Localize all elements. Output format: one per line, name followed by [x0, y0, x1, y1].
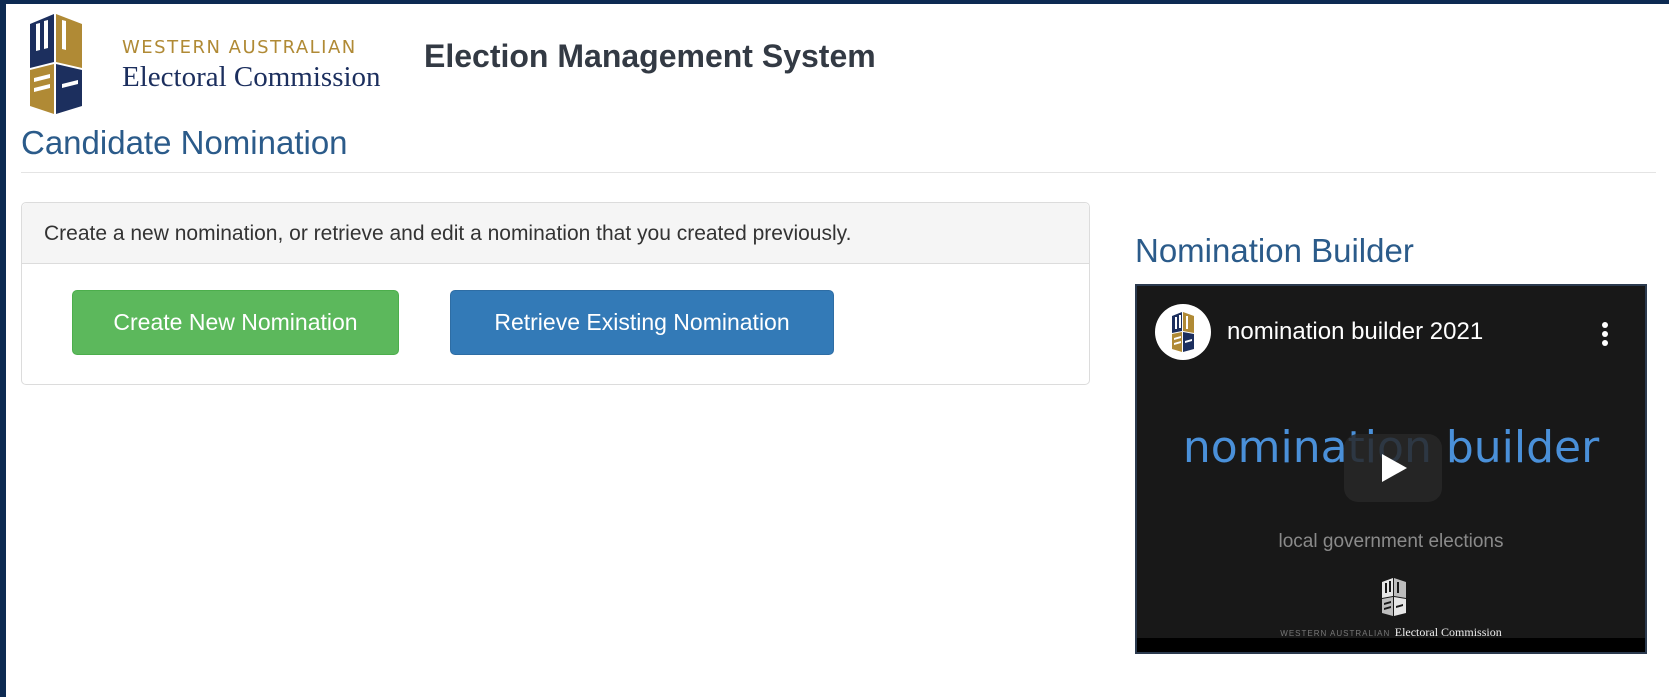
video-title[interactable]: nomination builder 2021 [1227, 318, 1483, 346]
watermark-small-text: WESTERN AUSTRALIAN [1280, 629, 1391, 638]
logo-text: WESTERN AUSTRALIAN Electoral Commission [122, 37, 381, 95]
panel-heading: Create a new nomination, or retrieve and… [22, 203, 1089, 264]
play-icon [1382, 454, 1407, 482]
waec-channel-icon [1172, 312, 1194, 352]
logo-line1: WESTERN AUSTRALIAN [122, 37, 357, 58]
waec-watermark-icon [1382, 578, 1406, 616]
nomination-builder-title: Nomination Builder [1135, 232, 1414, 269]
create-new-nomination-button[interactable]: Create New Nomination [72, 290, 399, 355]
video-player[interactable]: nomination builder 2021 nomination build… [1135, 284, 1647, 654]
more-vert-icon[interactable] [1593, 320, 1617, 348]
video-subtitle: local government elections [1278, 531, 1504, 552]
play-button[interactable] [1344, 434, 1442, 502]
page-title: Candidate Nomination [21, 124, 348, 161]
title-divider [21, 172, 1656, 173]
page: WESTERN AUSTRALIAN Electoral Commission … [6, 4, 1669, 697]
waec-logo-icon [30, 14, 82, 114]
logo-line2: Electoral Commission [122, 61, 381, 93]
channel-avatar[interactable] [1155, 304, 1211, 360]
retrieve-existing-nomination-button[interactable]: Retrieve Existing Nomination [450, 290, 834, 355]
nomination-panel: Create a new nomination, or retrieve and… [21, 202, 1090, 385]
video-progress-track[interactable] [1137, 638, 1645, 652]
watermark-large-text: Electoral Commission [1394, 625, 1502, 639]
system-title: Election Management System [424, 38, 876, 74]
